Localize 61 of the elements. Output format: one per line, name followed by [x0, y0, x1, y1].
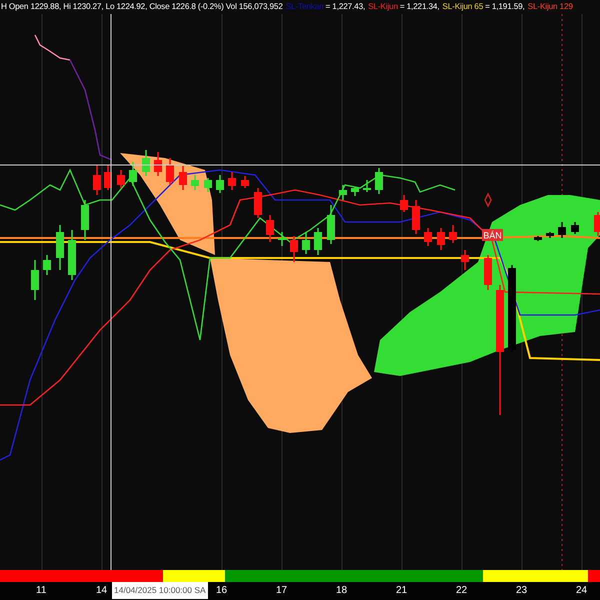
candlestick: [278, 232, 286, 246]
candlestick: [484, 255, 492, 290]
candlestick: [228, 172, 236, 190]
candlestick: [437, 228, 445, 250]
candlestick: [104, 165, 112, 190]
indicator-name: SL-Kijun: [368, 1, 398, 13]
candlestick: [290, 236, 298, 262]
axis-label: 11: [36, 585, 46, 596]
indicator-value: = 1,191.59,: [485, 1, 525, 13]
diamond-icon: [484, 192, 492, 208]
candlestick: [154, 152, 162, 176]
candlestick: [93, 165, 101, 195]
candlestick: [339, 185, 347, 200]
candlestick: [461, 250, 469, 270]
candlestick: [31, 260, 39, 300]
candlestick: [68, 230, 76, 280]
axis-label: 16: [216, 585, 228, 596]
indicator-name: SL-Tenkan: [286, 1, 324, 13]
candlestick: [314, 228, 322, 255]
quote-text: H Open 1229.88, Hi 1230.27, Lo 1224.92, Close 1226.8 (-0.2%) Vol 156,073,952: [1, 1, 283, 13]
candlestick: [400, 195, 408, 212]
axis-label: 23: [516, 585, 528, 596]
indicator-value: = 1,227.43,: [326, 1, 366, 13]
axis-label: 18: [336, 585, 348, 596]
candlestick: [166, 158, 174, 185]
indicator-name: SL-Kijun 129: [528, 1, 573, 13]
candlestick: [81, 200, 89, 240]
candlestick: [534, 236, 542, 241]
candlestick: [142, 150, 150, 176]
candlestick: [546, 232, 554, 238]
axis-label: 21: [396, 585, 408, 596]
candlestick: [266, 215, 274, 242]
candlestick: [351, 187, 359, 196]
candlestick: [191, 175, 199, 190]
candlestick: [558, 222, 566, 238]
candlestick: [216, 175, 224, 193]
candlestick: [43, 255, 51, 275]
cursor-date-label: 14/04/2025 10:00:00 SA: [112, 582, 208, 599]
candlestick: [412, 200, 420, 234]
axis-label: 22: [456, 585, 468, 596]
axis-label: 24: [576, 585, 588, 596]
candlestick: [327, 205, 335, 244]
candlestick: [204, 178, 212, 192]
candlestick: [449, 225, 457, 243]
axis-label: 14: [96, 585, 108, 596]
candlestick: [129, 162, 137, 186]
candlestick: [375, 168, 383, 194]
candlestick: [571, 222, 579, 234]
indicator-value: = 1,221.34,: [400, 1, 440, 13]
candlestick: [594, 212, 600, 236]
candlestick: [424, 228, 432, 246]
candlestick: [56, 225, 64, 270]
candlestick: [241, 176, 249, 188]
sell-signal-label: BÁN: [482, 229, 503, 241]
candlestick: [363, 180, 371, 192]
axis-label: 17: [276, 585, 288, 596]
candlestick: [254, 188, 262, 218]
candlestick: [117, 170, 125, 188]
candlestick: [179, 166, 187, 190]
candlestick: [302, 232, 310, 254]
indicator-name: SL-Kijun 65: [442, 1, 484, 13]
